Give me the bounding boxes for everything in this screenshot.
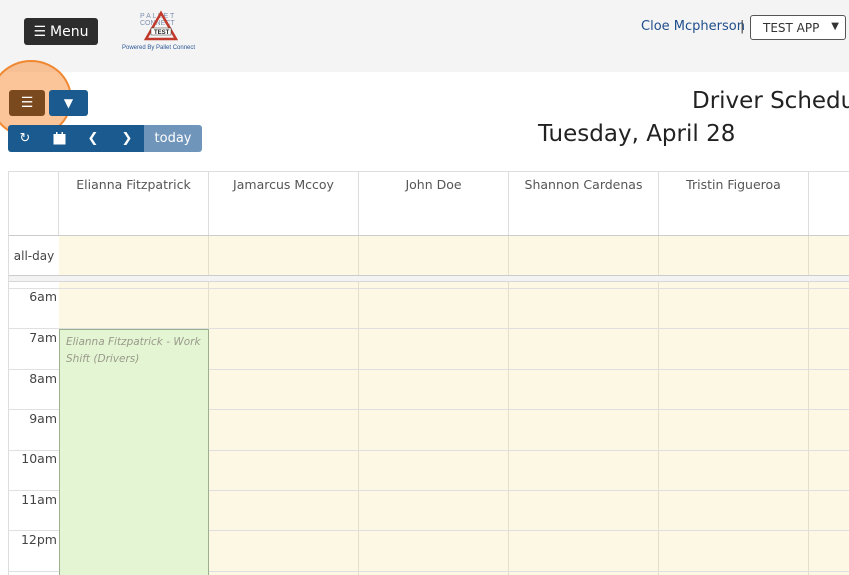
svg-text:TEST: TEST [154,30,170,36]
time-label: 12pm [20,532,57,547]
app-select[interactable]: TEST APP ▼ [750,15,846,40]
today-button[interactable]: today [144,125,202,152]
filter-icon: ▼ [63,96,74,110]
resource-header: Shannon Cardenas [509,172,659,236]
list-view-button[interactable]: ☰ [9,90,45,116]
time-label: 6am [29,289,57,304]
time-label: 9am [29,411,57,426]
all-day-cell[interactable] [209,236,359,275]
hour-line [9,288,849,289]
header-separator: | [740,19,745,34]
menu-label: Menu [50,23,89,40]
chevron-right-icon: ❯ [121,131,133,146]
resource-header: Elianna Fitzpatrick [59,172,209,236]
calendar-icon [53,132,65,145]
resource-column[interactable] [809,282,849,575]
resource-column[interactable] [509,282,659,575]
refresh-button[interactable]: ↻ [8,125,42,152]
resource-header-overflow [809,172,849,236]
list-icon: ☰ [20,95,34,111]
app-select-value: TEST APP [763,20,820,35]
time-label: 7am [29,330,57,345]
all-day-cell[interactable] [509,236,659,275]
resource-column[interactable] [209,282,359,575]
menu-button[interactable]: ☰ Menu [24,18,98,45]
all-day-row: all-day [9,236,849,276]
time-label: 10am [21,451,57,466]
time-label: 11am [21,492,57,507]
resource-column[interactable] [359,282,509,575]
work-shift-event[interactable]: Elianna Fitzpatrick - Work Shift (Driver… [59,329,209,575]
user-name-link[interactable]: Cloe Mcpherson [641,19,745,34]
time-label: 8am [29,371,57,386]
page-title: Driver Schedule [692,88,849,114]
all-day-cell[interactable] [59,236,209,275]
chevron-left-icon: ❮ [87,131,99,146]
hamburger-icon: ☰ [33,23,47,40]
calendar-picker-button[interactable] [42,125,76,152]
all-day-cell[interactable] [359,236,509,275]
all-day-cell[interactable] [659,236,809,275]
resource-header: John Doe [359,172,509,236]
prev-day-button[interactable]: ❮ [76,125,110,152]
resource-column[interactable] [659,282,809,575]
logo-caption: Powered By Pallet Connect [122,45,196,51]
resource-header: Tristin Figueroa [659,172,809,236]
top-header: ☰ Menu P A L L E T CONNECT TEST Powered … [0,0,849,72]
resource-header: Jamarcus Mccoy [209,172,359,236]
filter-button[interactable]: ▼ [49,90,88,116]
all-day-cell[interactable] [809,236,849,275]
time-column-header [9,172,59,236]
next-day-button[interactable]: ❯ [110,125,144,152]
calendar-nav: ↻ ❮ ❯ today [8,125,202,152]
chevron-down-icon: ▼ [831,21,839,32]
resource-calendar: Elianna Fitzpatrick Jamarcus Mccoy John … [8,171,849,575]
date-title: Tuesday, April 28 [538,121,736,147]
all-day-label: all-day [13,249,55,263]
refresh-icon: ↻ [19,131,31,146]
event-title: Elianna Fitzpatrick - Work Shift (Driver… [66,336,201,365]
